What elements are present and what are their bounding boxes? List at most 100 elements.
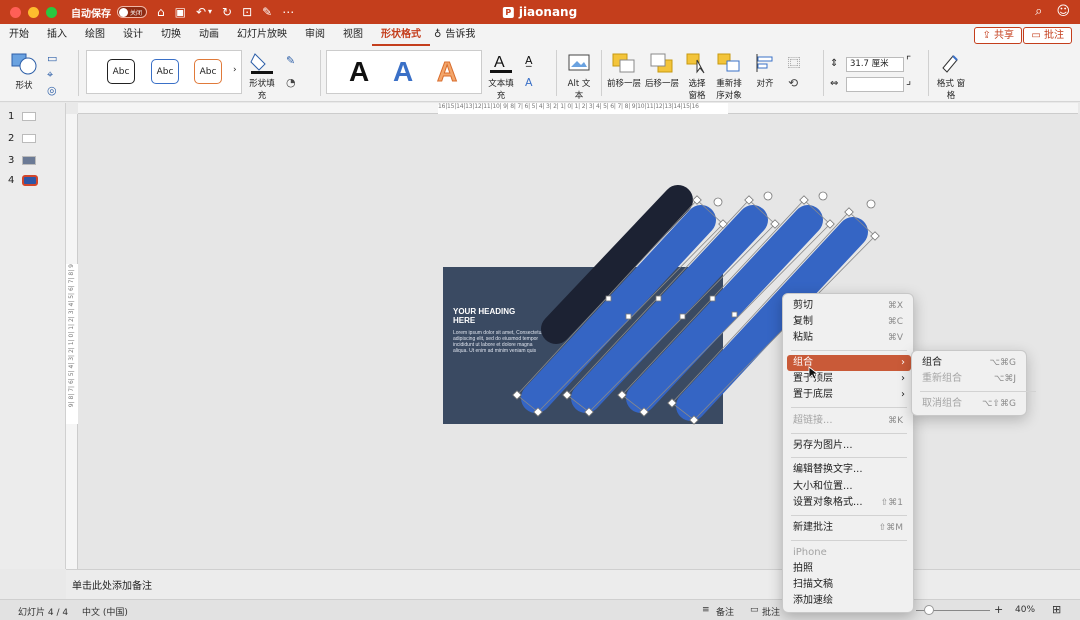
menu-item-size-position[interactable]: 大小和位置...: [787, 479, 911, 495]
comment-button[interactable]: ▭ 批注: [1023, 27, 1072, 44]
group-submenu: 组合 ⌥⌘G 重新组合 ⌥⌘J 取消组合 ⌥⇧⌘G: [911, 350, 1036, 416]
notes-pane[interactable]: 单击此处添加备注: [66, 569, 1080, 599]
menu-item-format-object[interactable]: 设置对象格式... ⇧⌘1: [787, 495, 911, 511]
size-dialog-icon[interactable]: ⌟: [906, 74, 911, 87]
rotation-handles[interactable]: [713, 191, 876, 209]
group-objects-icon[interactable]: ⿴: [788, 54, 800, 71]
minimize-window-icon[interactable]: [28, 6, 39, 18]
home-icon[interactable]: ⌂: [157, 6, 165, 18]
rotate-icon[interactable]: ⟲: [788, 76, 798, 90]
slide-thumbnail-2[interactable]: 2: [8, 133, 37, 144]
shape-style-2[interactable]: Abc: [151, 59, 179, 84]
zoom-in-icon[interactable]: +: [994, 603, 1003, 616]
comments-toggle[interactable]: 批注: [762, 605, 780, 618]
menu-item-copy[interactable]: 复制 ⌘C: [787, 314, 911, 330]
text-effects-icon[interactable]: A: [525, 76, 533, 89]
tab-view[interactable]: 视图: [334, 24, 372, 46]
shape-outline-icon[interactable]: ✎: [286, 54, 295, 67]
tab-transitions[interactable]: 切换: [152, 24, 190, 46]
menu-label: 设置对象格式...: [793, 497, 863, 508]
vertical-ruler: 9| 8| 7| 6| 5| 4| 3| 2| 1| 0| 1| 2| 3| 4…: [66, 114, 78, 569]
zoom-slider-knob[interactable]: [924, 605, 934, 615]
shape-fill-button[interactable]: 形状填充: [246, 50, 278, 101]
more-icon[interactable]: ⋯: [282, 6, 294, 18]
shape-height-input[interactable]: 31.7 厘米: [846, 57, 904, 72]
edit-shape-icon[interactable]: ⌖: [47, 68, 53, 82]
text-fill-label: 文本填充: [488, 79, 514, 101]
crop-icon[interactable]: ⌜: [906, 54, 911, 67]
menu-item-bring-to-front[interactable]: 置于顶层 ›: [787, 371, 911, 387]
close-window-icon[interactable]: [10, 6, 21, 18]
text-outline-icon[interactable]: A̲: [525, 54, 533, 67]
menu-item-add-sketch[interactable]: 添加速绘: [787, 593, 911, 609]
menu-item-save-as-picture[interactable]: 另存为图片...: [787, 438, 911, 454]
reorder-objects-button[interactable]: 重新排 序对象: [714, 52, 744, 101]
ribbon-separator: [928, 50, 929, 96]
slide-canvas[interactable]: YOUR HEADING HERE Lorem ipsum dolor sit …: [78, 114, 1080, 569]
fit-to-window-icon[interactable]: ⊞: [1052, 603, 1061, 616]
menu-item-edit-alt-text[interactable]: 编辑替换文字...: [787, 462, 911, 478]
menu-shortcut: ⌥⇧⌘G: [982, 399, 1016, 409]
redo-icon[interactable]: ↻: [222, 6, 232, 18]
language-indicator[interactable]: 中文 (中国): [82, 605, 128, 618]
text-fill-button[interactable]: A 文本填充: [485, 50, 517, 101]
text-box-icon[interactable]: ▭: [47, 52, 57, 65]
wordart-style-2[interactable]: A: [393, 56, 413, 88]
menu-item-new-comment[interactable]: 新建批注 ⇧⌘M: [787, 520, 911, 536]
account-icon[interactable]: ☺: [1056, 4, 1070, 19]
menu-item-cut[interactable]: 剪切 ⌘X: [787, 298, 911, 314]
insert-shape-button[interactable]: 形状: [8, 52, 40, 91]
share-button[interactable]: ⇪ 共享: [974, 27, 1022, 44]
comment-label: 批注: [1044, 30, 1064, 41]
comments-toggle-icon[interactable]: ▭: [750, 605, 759, 615]
shape-style-3[interactable]: Abc: [194, 59, 222, 84]
menu-item-hyperlink: 超链接... ⌘K: [787, 413, 911, 429]
autosave-toggle[interactable]: 关闭: [117, 6, 147, 18]
tab-home[interactable]: 开始: [0, 24, 38, 46]
alt-text-button[interactable]: Alt 文本: [563, 52, 595, 101]
wordart-style-3[interactable]: A: [436, 56, 457, 88]
shape-fill-label: 形状填充: [249, 79, 275, 101]
tab-design[interactable]: 设计: [114, 24, 152, 46]
selection-pane-button[interactable]: 选择 窗格: [684, 52, 710, 101]
send-backward-button[interactable]: 后移一层: [644, 52, 680, 89]
slide-thumbnail-1[interactable]: 1: [8, 111, 37, 122]
gallery-more-icon[interactable]: ›: [233, 65, 237, 75]
notes-toggle[interactable]: 备注: [716, 605, 734, 618]
menu-item-send-to-back[interactable]: 置于底层 ›: [787, 387, 911, 403]
notes-toggle-icon[interactable]: ≡: [702, 605, 710, 615]
shape-effects-icon[interactable]: ◔: [286, 76, 296, 89]
shape-style-1[interactable]: Abc: [107, 59, 135, 84]
tab-draw[interactable]: 绘图: [76, 24, 114, 46]
slide-thumbnail-3[interactable]: 3: [8, 155, 37, 166]
align-button[interactable]: 对齐: [750, 52, 780, 89]
wordart-style-1[interactable]: A: [349, 56, 369, 88]
save-icon[interactable]: ▣: [175, 6, 186, 18]
tab-slideshow[interactable]: 幻灯片放映: [228, 24, 296, 46]
tab-animations[interactable]: 动画: [190, 24, 228, 46]
submenu-item-group[interactable]: 组合 ⌥⌘G: [916, 355, 1024, 371]
tab-tell-me[interactable]: 告诉我: [441, 24, 484, 46]
menu-item-take-photo[interactable]: 拍照: [787, 561, 911, 577]
merge-shapes-icon[interactable]: ◎: [47, 84, 57, 97]
search-icon[interactable]: ⌕: [1035, 4, 1042, 19]
slide-thumbnail-4[interactable]: 4: [8, 175, 39, 186]
tab-shape-format[interactable]: 形状格式: [372, 24, 430, 46]
tab-insert[interactable]: 插入: [38, 24, 76, 46]
submenu-arrow-icon: ›: [901, 389, 905, 400]
menu-item-paste[interactable]: 粘贴 ⌘V: [787, 330, 911, 346]
bring-forward-button[interactable]: 前移一层: [606, 52, 642, 89]
shape-width-input[interactable]: [846, 77, 904, 92]
undo-icon[interactable]: ↶: [196, 6, 206, 18]
menu-item-scan-document[interactable]: 扫描文稿: [787, 577, 911, 593]
format-pane-button[interactable]: 格式 窗格: [936, 52, 966, 101]
zoom-window-icon[interactable]: [46, 6, 57, 18]
shape-style-1-label: Abc: [112, 66, 130, 77]
tab-review[interactable]: 审阅: [296, 24, 334, 46]
ribbon-separator: [601, 50, 602, 96]
edit-icon[interactable]: ✎: [262, 6, 272, 18]
zoom-level[interactable]: 40%: [1015, 605, 1035, 615]
undo-dropdown-icon[interactable]: ▾: [208, 8, 212, 16]
present-icon[interactable]: ⊡: [242, 6, 252, 18]
menu-item-group[interactable]: 组合 ›: [787, 355, 911, 371]
